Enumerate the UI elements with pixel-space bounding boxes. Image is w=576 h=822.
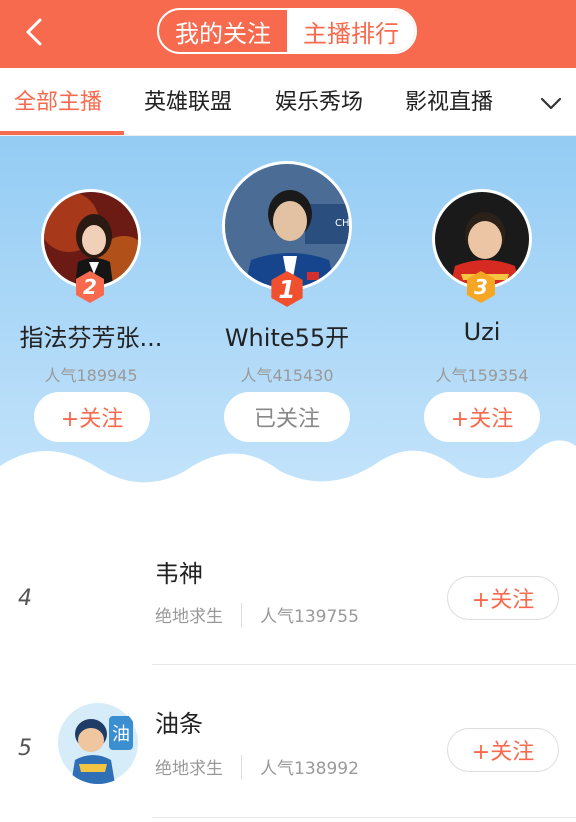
active-tab-indicator: [0, 131, 124, 135]
svg-text:1: 1: [278, 275, 295, 304]
tab-all-streamers[interactable]: 全部主播: [14, 68, 102, 136]
back-arrow-icon[interactable]: [18, 14, 54, 50]
segment-control: 我的关注 主播排行: [157, 8, 417, 54]
popularity-2: 人气189945: [44, 366, 138, 385]
tab-my-follows[interactable]: 我的关注: [159, 10, 287, 52]
ranking-row-5[interactable]: 5 油 油条 绝地求生 人气138992 +关注: [0, 672, 576, 822]
tab-league-of-legends[interactable]: 英雄联盟: [144, 68, 232, 136]
follow-button-3[interactable]: +关注: [424, 392, 540, 442]
rank-badge-2: 2: [76, 271, 104, 303]
follow-button[interactable]: +关注: [447, 576, 559, 620]
follow-button[interactable]: +关注: [447, 728, 559, 772]
rank-badge-1: 1: [271, 271, 303, 307]
tab-streamer-ranking[interactable]: 主播排行: [287, 10, 415, 52]
follow-button-2[interactable]: +关注: [34, 392, 150, 442]
svg-text:油: 油: [112, 724, 130, 745]
streamer-name[interactable]: 油条: [155, 704, 203, 739]
popularity-3: 人气159354: [435, 366, 529, 385]
tab-film-live[interactable]: 影视直播: [405, 68, 493, 136]
meta-divider: [241, 754, 242, 779]
rank-number: 5: [18, 736, 32, 761]
streamer-name-1[interactable]: White55开: [192, 318, 382, 353]
game-category: 绝地求生: [155, 607, 223, 627]
rank-badge-3: 3: [467, 271, 495, 303]
svg-text:3: 3: [474, 275, 488, 299]
meta-divider: [241, 602, 242, 627]
chevron-down-icon[interactable]: [538, 90, 564, 116]
row-divider: [152, 817, 576, 818]
svg-text:2: 2: [83, 275, 97, 299]
popularity: 人气138992: [260, 759, 359, 779]
streamer-meta: 绝地求生 人气139755: [155, 602, 359, 627]
category-tabs: 全部主播 英雄联盟 娱乐秀场 影视直播: [0, 68, 576, 136]
popularity-1: 人气415430: [240, 366, 334, 385]
top-three-podium: 2 指法芬芳张... 人气189945 +关注 CHAM 1 White55开 …: [0, 136, 576, 536]
popularity: 人气139755: [260, 607, 359, 627]
rank-number: 4: [18, 586, 32, 611]
streamer-name[interactable]: 韦神: [155, 554, 203, 589]
svg-text:CHAM: CHAM: [335, 218, 352, 229]
streamer-meta: 绝地求生 人气138992: [155, 754, 359, 779]
tab-entertainment[interactable]: 娱乐秀场: [275, 68, 363, 136]
top-bar: 我的关注 主播排行: [0, 0, 576, 68]
game-category: 绝地求生: [155, 759, 223, 779]
streamer-name-3[interactable]: Uzi: [387, 318, 576, 346]
streamer-name-2[interactable]: 指法芬芳张...: [0, 318, 186, 353]
followed-button-1[interactable]: 已关注: [224, 392, 350, 442]
row-divider: [152, 664, 576, 665]
avatar[interactable]: 油: [57, 702, 139, 784]
